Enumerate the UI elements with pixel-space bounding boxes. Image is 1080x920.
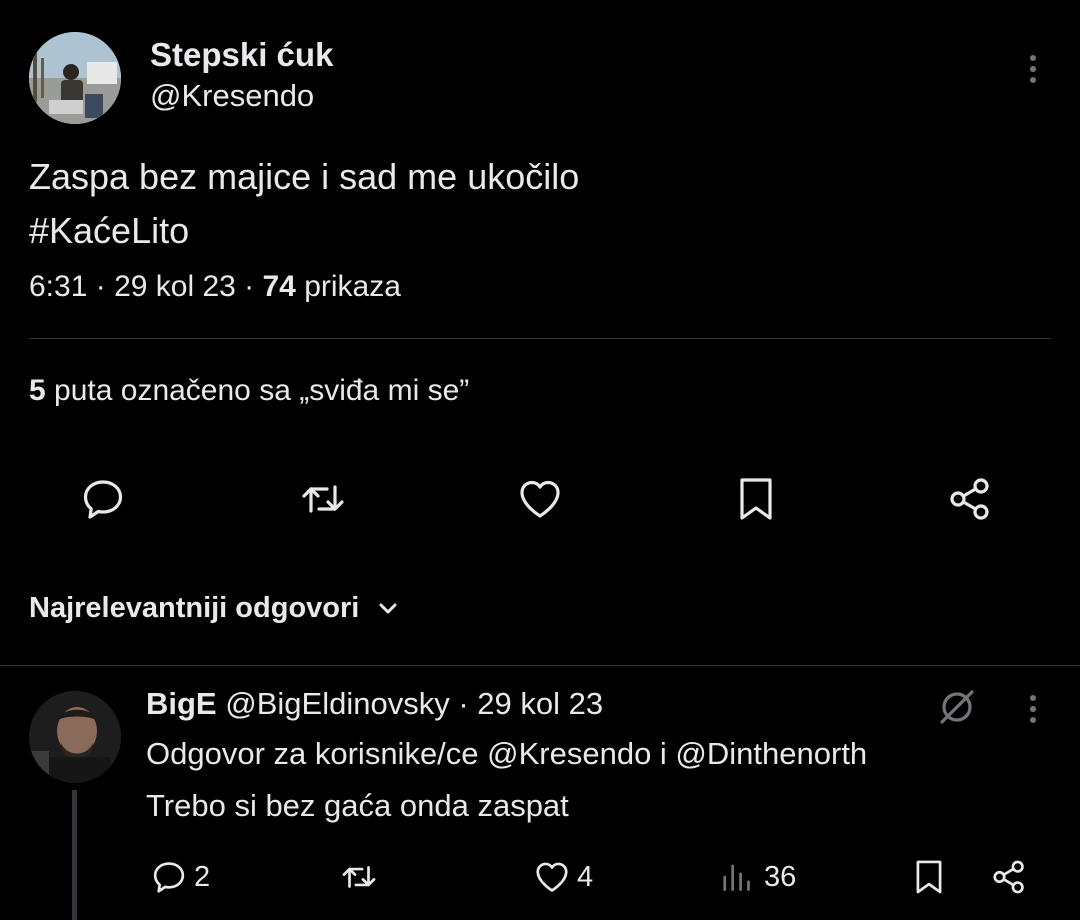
reply-views-button[interactable]: 36 [720,855,796,899]
reply-text: Trebo si bez gaća onda zaspat [146,788,569,823]
heart-icon[interactable] [516,475,564,523]
reply-retweet-button[interactable] [340,855,378,899]
reply-header: BigE @BigEldinovsky · 29 kol 23 [146,686,603,722]
likes-summary[interactable]: 5 puta označeno sa „sviđa mi se” [29,374,469,408]
share-icon [993,860,1024,894]
reply-to-label: Odgovor za korisnike/ce @Kresendo i @Din… [146,736,868,771]
comment-icon[interactable] [79,475,127,523]
reply-view-count: 36 [764,860,797,893]
views-count: 74 [262,270,296,303]
tweet-text: Zaspa bez majice i sad me ukočilo #KaćeL… [29,150,579,258]
chevron-down-icon [379,603,397,613]
tweet-time[interactable]: 6:31 [29,270,87,303]
reply-comment-button[interactable]: 2 [150,855,210,899]
likes-count: 5 [29,374,46,407]
more-options-icon[interactable] [1020,692,1046,726]
retweet-icon[interactable] [299,475,347,523]
likes-label: puta označeno sa „sviđa mi se” [54,374,470,407]
tweet-detail-page: Stepski ćuk @Kresendo Zaspa bez majice i… [0,0,1080,920]
thread-line [72,790,77,920]
divider [0,665,1080,666]
hashtag-link[interactable]: #KaćeLito [29,204,579,258]
reply-share-button[interactable] [990,855,1028,899]
author-handle[interactable]: @Kresendo [150,78,314,114]
reply-author-avatar[interactable] [29,691,121,783]
heart-icon [536,862,568,892]
grok-icon[interactable] [936,686,978,728]
author-display-name[interactable]: Stepski ćuk [150,36,333,74]
divider [29,338,1051,339]
reply-bookmark-button[interactable] [910,855,948,899]
bookmark-icon[interactable] [732,475,780,523]
tweet-text-line: Zaspa bez majice i sad me ukočilo [29,156,580,197]
meta-separator: · [87,270,115,303]
author-avatar[interactable] [29,32,121,124]
reply-like-count: 4 [577,860,594,893]
meta-separator: · [235,270,263,303]
reply-date[interactable]: 29 kol 23 [477,686,603,721]
views-label: prikaza [304,270,401,303]
reply-like-button[interactable]: 4 [533,855,593,899]
tweet-meta: 6:31 · 29 kol 23 · 74 prikaza [29,270,401,304]
bookmark-icon [916,860,942,894]
comment-icon [153,862,185,893]
retweet-icon [342,866,376,888]
reply-author-name[interactable]: BigE [146,686,217,721]
reply-comment-count: 2 [194,860,211,893]
replies-sort-dropdown[interactable]: Najrelevantniji odgovori [29,592,399,625]
analytics-icon [723,864,750,892]
replies-sort-label: Najrelevantniji odgovori [29,592,360,624]
reply-author-handle[interactable]: @BigEldinovsky [225,686,449,721]
share-icon[interactable] [946,475,994,523]
more-options-icon[interactable] [1020,52,1046,86]
reply-date-separator: · [449,686,478,721]
tweet-date[interactable]: 29 kol 23 [114,270,236,303]
